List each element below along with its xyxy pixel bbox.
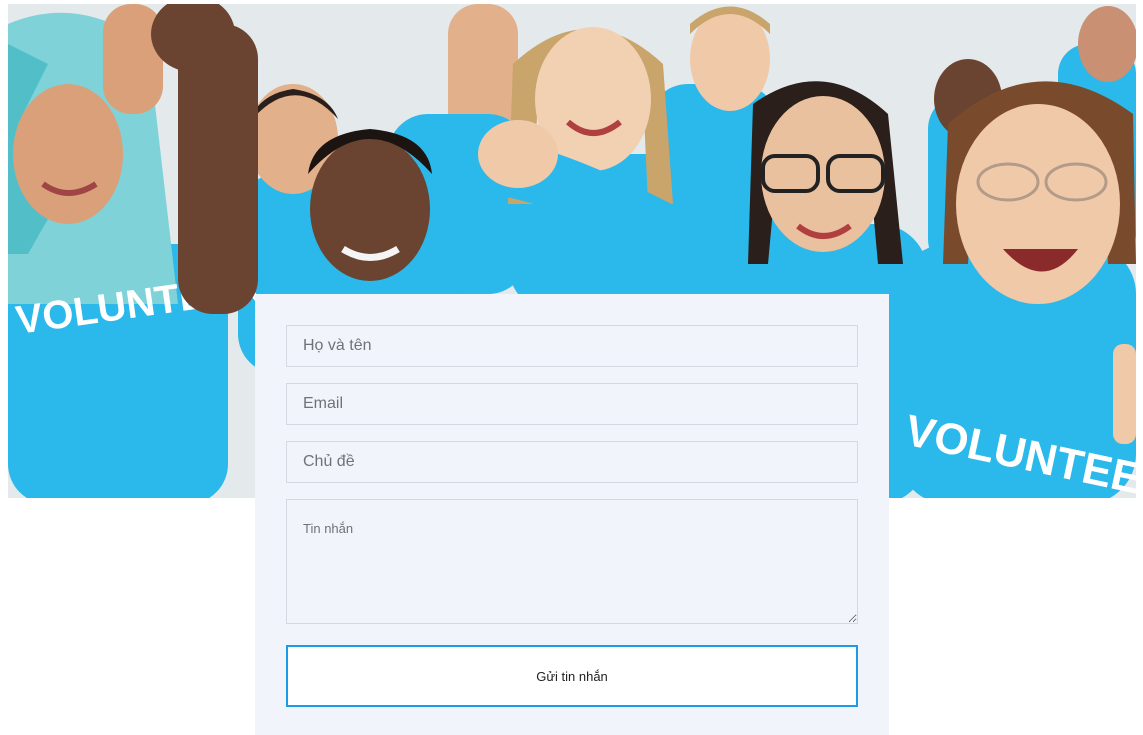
send-message-button[interactable]: Gửi tin nhắn <box>286 645 858 707</box>
full-name-input[interactable] <box>286 325 858 367</box>
subject-input[interactable] <box>286 441 858 483</box>
contact-page: VOLUNTEER VOLUNTEER Họ và tên Email Chủ … <box>0 0 1143 735</box>
message-textarea[interactable] <box>286 499 858 624</box>
email-input[interactable] <box>286 383 858 425</box>
contact-form: Gửi tin nhắn <box>255 294 889 735</box>
